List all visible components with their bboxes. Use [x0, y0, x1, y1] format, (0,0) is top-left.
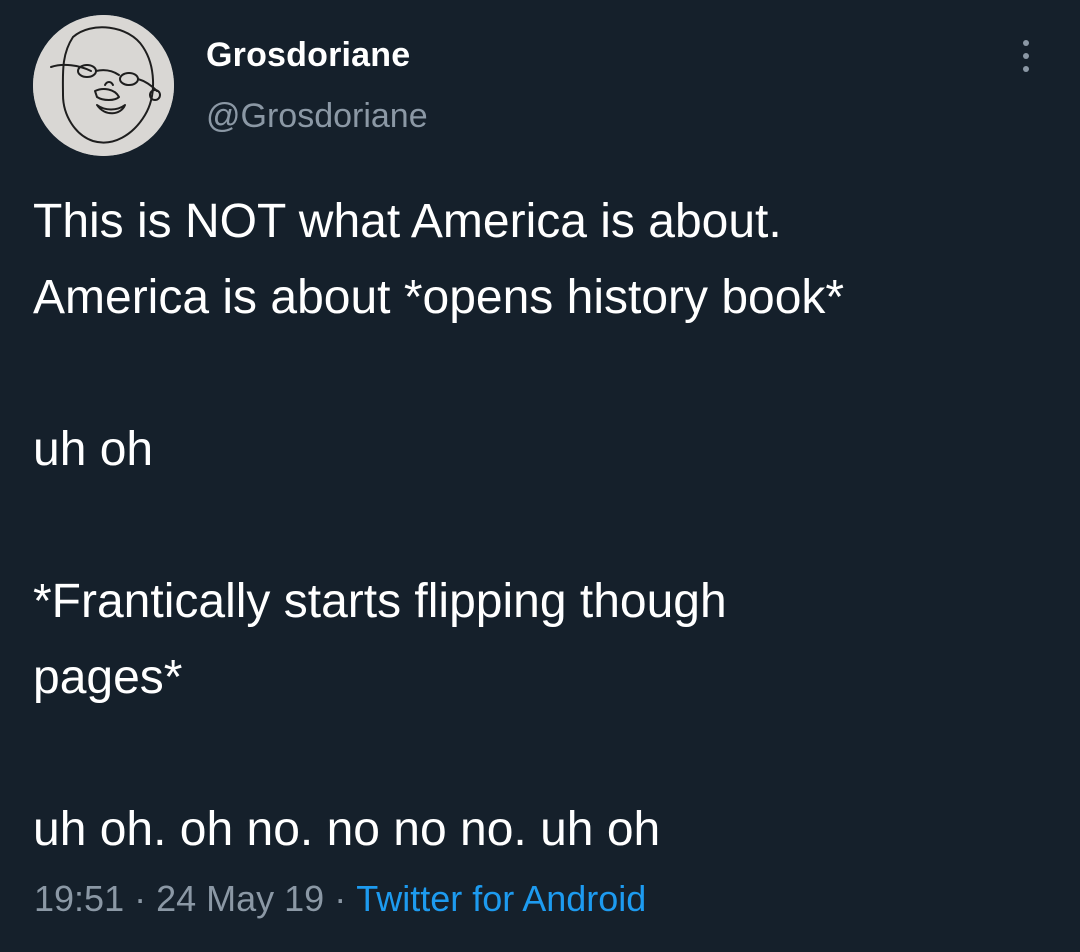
tweet-text-line: This is NOT what America is about. — [33, 195, 782, 248]
tweet-text-line: uh oh — [33, 423, 154, 476]
tweet-source-link[interactable]: Twitter for Android — [356, 878, 646, 919]
meta-separator: · — [334, 878, 347, 919]
more-vertical-icon-dot — [1023, 66, 1029, 72]
tweet-card: Grosdoriane @Grosdoriane This is NOT wha… — [0, 0, 1080, 952]
tweet-text-line: *Frantically starts flipping though — [33, 575, 727, 628]
avatar[interactable] — [33, 15, 174, 156]
more-vertical-icon — [1023, 40, 1029, 46]
tweet-text: This is NOT what America is about. Ameri… — [33, 184, 1053, 868]
author-display-name[interactable]: Grosdoriane — [206, 36, 410, 75]
tweet-time[interactable]: 19:51 — [34, 878, 124, 919]
tweet-text-line: America is about *opens history book* — [33, 271, 845, 324]
tweet-text-line: pages* — [33, 651, 183, 704]
author-handle[interactable]: @Grosdoriane — [206, 97, 428, 136]
sketch-face-icon — [33, 15, 174, 156]
more-options-button[interactable] — [1006, 36, 1046, 76]
tweet-text-blank-line — [33, 336, 1053, 412]
tweet-text-blank-line — [33, 716, 1053, 792]
tweet-text-blank-line — [33, 488, 1053, 564]
more-vertical-icon-dot — [1023, 53, 1029, 59]
meta-separator: · — [134, 878, 147, 919]
tweet-date[interactable]: 24 May 19 — [156, 878, 324, 919]
tweet-meta: 19:51 · 24 May 19 · Twitter for Android — [34, 878, 646, 920]
tweet-text-line: uh oh. oh no. no no no. uh oh — [33, 803, 661, 856]
